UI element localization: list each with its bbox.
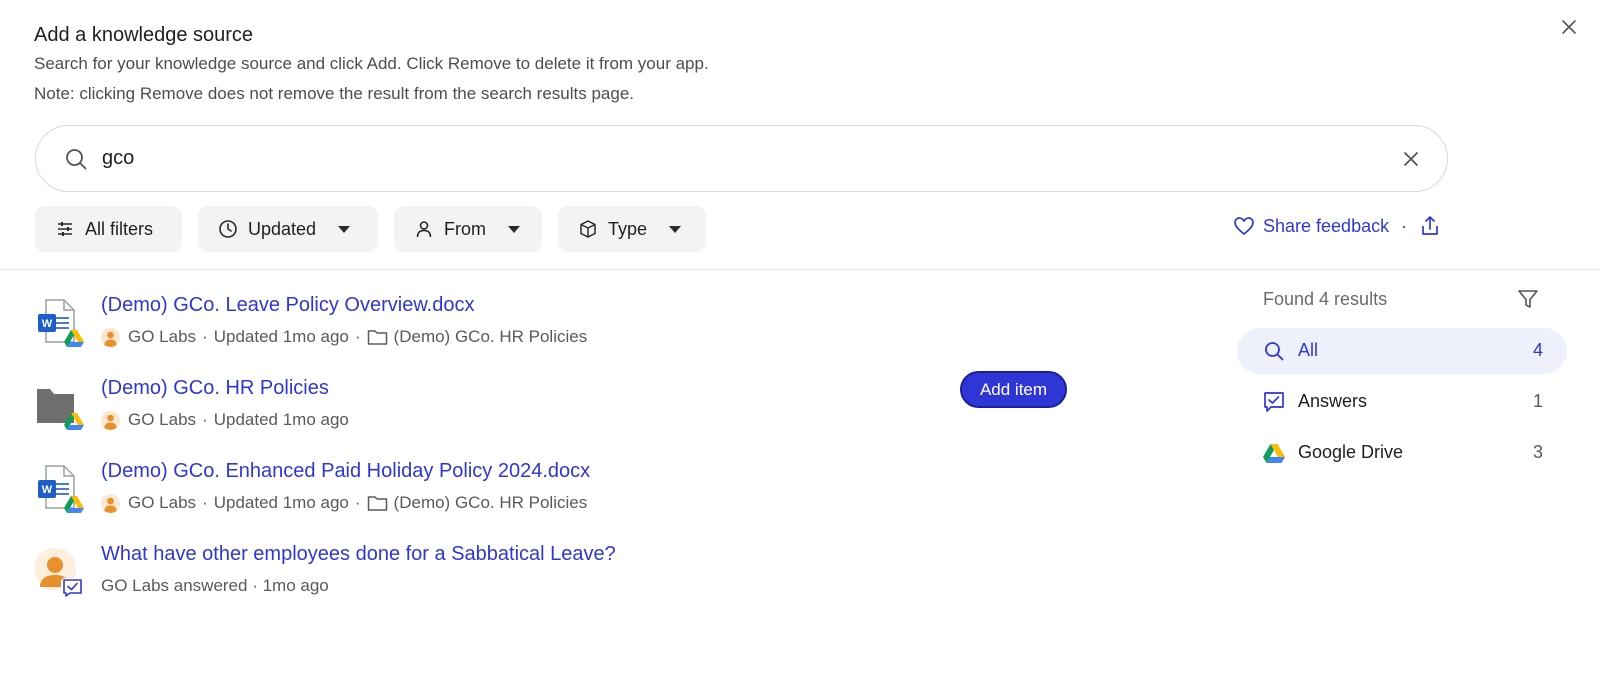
separator-dot: · [1401, 215, 1408, 236]
search-icon [66, 148, 87, 169]
type-filter-dropdown[interactable]: Type [558, 206, 706, 252]
from-filter-label: From [444, 218, 486, 239]
filter-funnel-icon[interactable] [1517, 288, 1539, 310]
svg-text:W: W [42, 318, 53, 330]
result-meta: GO Labs answered · 1mo ago [101, 576, 329, 596]
result-location: (Demo) GCo. HR Policies [393, 493, 588, 512]
word-doc-icon: W [38, 465, 84, 513]
divider [0, 269, 1600, 270]
category-count: 4 [1532, 340, 1543, 360]
result-title-link[interactable]: (Demo) GCo. Enhanced Paid Holiday Policy… [101, 460, 590, 483]
chevron-down-icon [508, 225, 520, 233]
heart-icon [1234, 217, 1254, 235]
result-meta: GO Labs · Updated 1mo ago · (Demo) GCo. … [101, 493, 587, 513]
google-drive-icon [1263, 444, 1285, 463]
updated-filter-label: Updated [248, 218, 317, 239]
category-count: 1 [1532, 391, 1543, 411]
all-filters-label: All filters [85, 218, 154, 239]
result-updated: Updated 1mo ago [213, 410, 349, 429]
close-icon [1562, 20, 1576, 34]
share-feedback-link[interactable]: Share feedback [1263, 216, 1389, 237]
category-all[interactable]: All 4 [1237, 328, 1567, 374]
folder-icon [37, 389, 84, 430]
meta-separator: · [202, 327, 208, 346]
cube-icon [580, 220, 596, 238]
clear-search-icon[interactable] [1399, 147, 1423, 171]
dialog-description-line1: Search for your knowledge source and cli… [34, 54, 709, 73]
clock-icon [219, 220, 237, 238]
result-author: GO Labs [128, 327, 197, 346]
results-count-label: Found 4 results [1263, 289, 1388, 309]
dialog-description-line2: Note: clicking Remove does not remove th… [34, 84, 635, 103]
person-icon [416, 221, 432, 238]
folder-outline-icon [367, 496, 387, 511]
category-label: All [1298, 340, 1319, 360]
result-meta: GO Labs · Updated 1mo ago [101, 410, 349, 430]
result-author: GO Labs [128, 410, 197, 429]
chevron-down-icon [669, 225, 682, 233]
all-filters-button[interactable]: All filters [35, 206, 182, 252]
category-google-drive[interactable]: Google Drive 3 [1237, 430, 1567, 476]
result-title-link[interactable]: (Demo) GCo. HR Policies [101, 377, 329, 400]
meta-separator: · [354, 493, 361, 512]
folder-outline-icon [367, 330, 387, 345]
close-dialog-button[interactable] [1556, 14, 1582, 40]
from-filter-dropdown[interactable]: From [394, 206, 542, 252]
sliders-icon [58, 222, 72, 236]
result-author: GO Labs [128, 493, 197, 512]
user-avatar-icon [101, 493, 120, 513]
category-count: 3 [1532, 442, 1543, 462]
result-answer-meta: GO Labs answered · 1mo ago [101, 576, 329, 595]
dialog-title: Add a knowledge source [34, 24, 254, 46]
result-updated: Updated 1mo ago [213, 493, 349, 512]
add-item-button[interactable]: Add item [960, 371, 1067, 408]
share-icon[interactable] [1419, 215, 1441, 237]
user-avatar-icon [101, 327, 120, 347]
search-icon [1265, 342, 1284, 361]
word-doc-icon: W [38, 299, 84, 347]
result-meta: GO Labs · Updated 1mo ago · (Demo) GCo. … [101, 327, 587, 347]
category-label: Google Drive [1298, 442, 1404, 462]
user-avatar-icon [101, 410, 120, 430]
search-bar [35, 125, 1448, 192]
result-title-link[interactable]: What have other employees done for a Sab… [101, 543, 616, 566]
chevron-down-icon [338, 225, 351, 233]
meta-separator: · [202, 493, 208, 512]
category-label: Answers [1298, 391, 1368, 411]
answer-avatar-icon [34, 548, 83, 598]
answers-icon [1264, 392, 1284, 412]
filter-bar: All filters Updated From Type [35, 206, 706, 252]
updated-filter-dropdown[interactable]: Updated [198, 206, 378, 252]
search-input[interactable] [102, 147, 1302, 170]
type-filter-label: Type [608, 218, 648, 239]
result-location: (Demo) GCo. HR Policies [393, 327, 588, 346]
share-feedback-area: Share feedback · [1233, 215, 1441, 237]
meta-separator: · [202, 410, 208, 429]
result-title-link[interactable]: (Demo) GCo. Leave Policy Overview.docx [101, 294, 474, 317]
result-updated: Updated 1mo ago [213, 327, 349, 346]
meta-separator: · [354, 327, 361, 346]
svg-text:W: W [42, 484, 53, 496]
dialog-header: Add a knowledge source Search for your k… [34, 22, 709, 108]
category-answers[interactable]: Answers 1 [1237, 379, 1567, 425]
